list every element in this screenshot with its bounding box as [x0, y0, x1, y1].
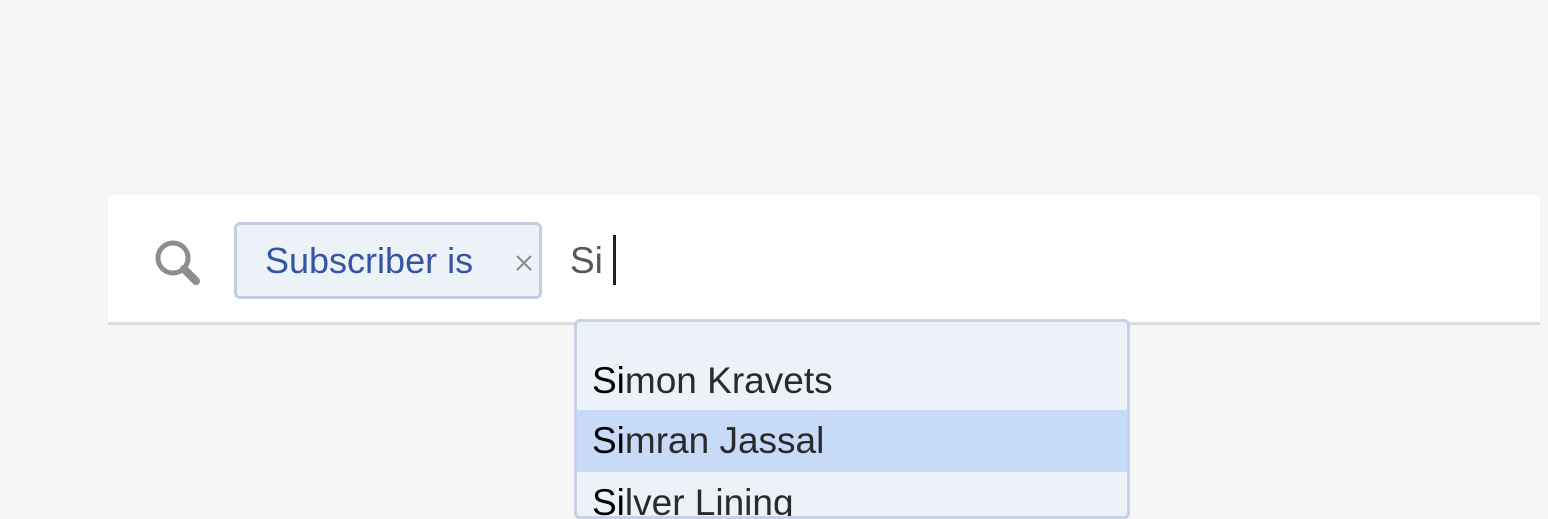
suggestion-option-highlighted[interactable]: Simran Jassal [577, 410, 1127, 472]
text-caret [613, 235, 616, 285]
suggestion-option[interactable]: Simon Kravets [577, 350, 1127, 412]
filter-chip-label: Subscriber is [265, 240, 474, 281]
suggestion-rest: mon Kravets [624, 360, 833, 401]
suggestion-option[interactable]: Silver Lining [577, 472, 1127, 519]
suggestion-dropdown: Simon Kravets Simran Jassal Silver Linin… [574, 319, 1130, 519]
search-icon [155, 240, 200, 285]
suggestion-rest: lver Lining [624, 482, 794, 519]
suggestion-match: Si [592, 360, 625, 401]
suggestion-match: Si [592, 420, 625, 461]
search-input[interactable]: Si [570, 222, 603, 299]
suggestion-rest: mran Jassal [624, 420, 825, 461]
close-icon[interactable] [515, 254, 533, 272]
filter-chip[interactable]: Subscriber is [234, 222, 542, 299]
suggestion-match: Si [592, 482, 625, 519]
search-bar: Subscriber is Si [108, 195, 1540, 325]
